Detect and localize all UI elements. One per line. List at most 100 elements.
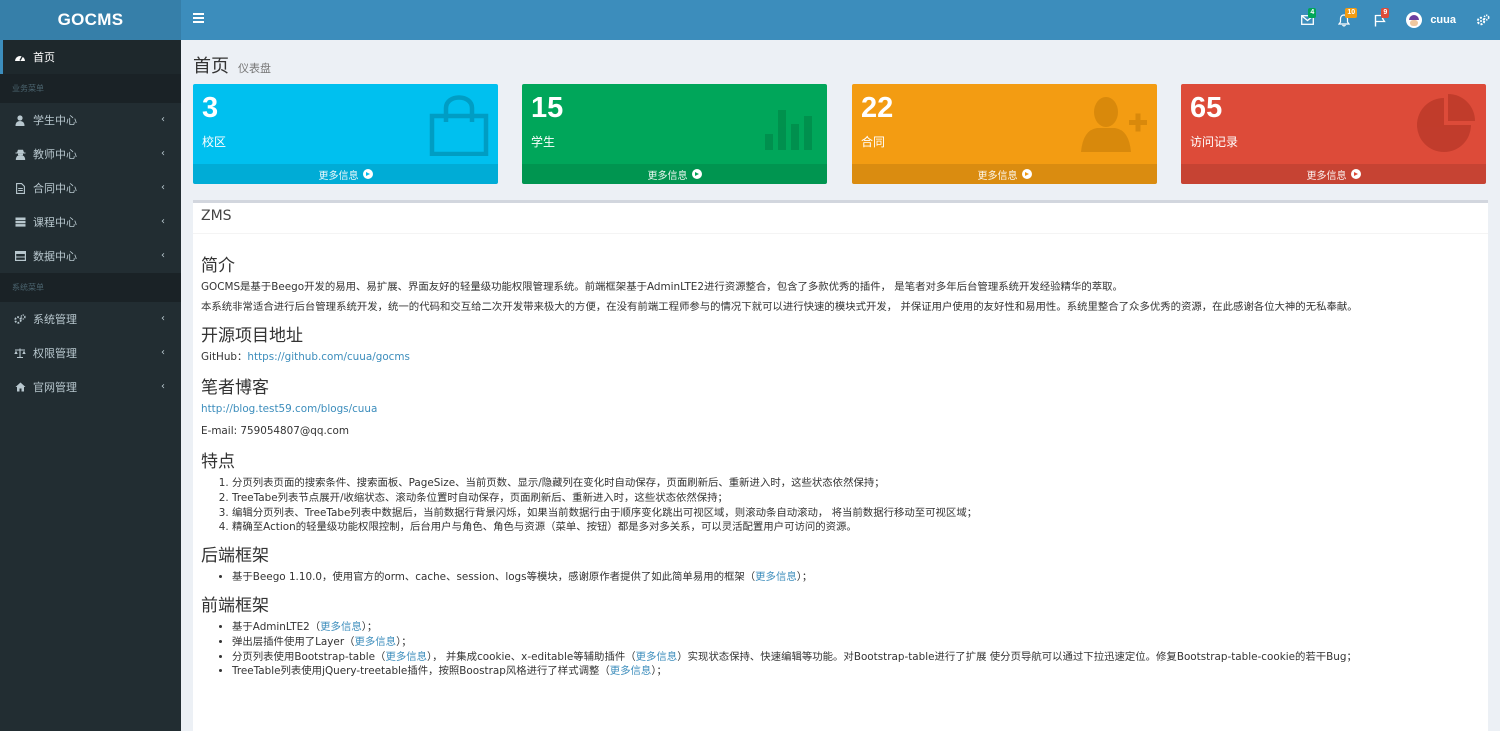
sidebar-item-label: 数据中心	[33, 250, 77, 263]
blog-line: http://blog.test59.com/blogs/cuua	[201, 402, 1480, 416]
sidebar-item-teacher-center[interactable]: 教师中心 ‹	[0, 137, 181, 171]
sidebar-item-label: 教师中心	[33, 148, 77, 161]
chevron-left-icon: ‹	[161, 216, 165, 227]
stat-box-campus: 3 校区 更多信息	[193, 84, 498, 184]
more-info-link[interactable]: 更多信息	[193, 164, 498, 184]
stat-box-contracts: 22 合同 更多信息	[852, 84, 1157, 184]
sidebar-item-label: 学生中心	[33, 114, 77, 127]
user-icon	[14, 114, 26, 126]
sidebar-toggle-icon[interactable]	[193, 13, 204, 23]
repo-line: GitHub：https://github.com/cuua/gocms	[201, 351, 410, 363]
sidebar-item-data-center[interactable]: 数据中心 ‹	[0, 239, 181, 273]
user-name: cuua	[1430, 14, 1456, 26]
more-info-link[interactable]: 更多信息	[755, 571, 797, 583]
page-title: 首页	[193, 56, 229, 77]
chevron-left-icon: ‹	[161, 114, 165, 125]
section-heading-blog: 笔者博客	[201, 378, 269, 398]
chevron-left-icon: ‹	[161, 347, 165, 358]
more-info-link[interactable]: 更多信息	[385, 651, 427, 663]
sidebar-item-label: 首页	[33, 51, 55, 64]
list-item: TreeTable列表使用jQuery-treetable插件，按照Boostr…	[232, 664, 1480, 679]
chevron-left-icon: ‹	[161, 250, 165, 261]
chevron-left-icon: ‹	[161, 381, 165, 392]
chevron-left-icon: ‹	[161, 313, 165, 324]
dashboard-icon	[14, 51, 26, 63]
user-plus-icon	[1081, 97, 1147, 152]
balance-icon	[14, 347, 26, 359]
section-heading-frontend: 前端框架	[201, 595, 269, 616]
sidebar-item-label: 课程中心	[33, 216, 77, 229]
shopping-bag-icon	[429, 95, 489, 156]
notifications-badge: 10	[1345, 8, 1358, 18]
sidebar-item-label: 合同中心	[33, 182, 77, 195]
sidebar: 首页 业务菜单 学生中心 ‹ 教师中心 ‹ 合同中心 ‹ 课程中心 ‹ 数据中心…	[0, 40, 181, 731]
more-info-link[interactable]: 更多信息	[1181, 164, 1486, 184]
sidebar-header-business: 业务菜单	[0, 74, 181, 103]
sidebar-item-system-management[interactable]: 系统管理 ‹	[0, 302, 181, 336]
user-menu[interactable]: cuua	[1398, 0, 1466, 40]
intro-paragraph-2: 本系统非常适合进行后台管理系统开发，统一的代码和交互给二次开发带来极大的方便，在…	[201, 301, 1358, 313]
sidebar-item-permission-management[interactable]: 权限管理 ‹	[0, 336, 181, 370]
more-info-link[interactable]: 更多信息	[320, 621, 362, 633]
pie-chart-icon	[1417, 94, 1475, 152]
stat-label: 学生	[531, 135, 556, 149]
more-info-link[interactable]: 更多信息	[522, 164, 827, 184]
more-info-link[interactable]: 更多信息	[355, 636, 397, 648]
stat-boxes: 3 校区 更多信息 15 学生 更多信息 22 合同 更多信息 65 访问记录 …	[193, 84, 1488, 184]
home-icon	[14, 381, 26, 393]
sidebar-item-website-management[interactable]: 官网管理 ‹	[0, 370, 181, 404]
list-item: 精确至Action的轻量级功能权限控制，后台用户与角色、角色与资源（菜单、按钮）…	[232, 520, 1480, 535]
avatar	[1406, 12, 1423, 28]
list-item: 分页列表使用Bootstrap-table（更多信息）， 并集成cookie、x…	[232, 650, 1480, 665]
file-icon	[14, 182, 26, 194]
app-logo[interactable]: GOCMS	[0, 0, 181, 40]
page-subtitle: 仪表盘	[238, 62, 271, 75]
messages-badge: 4	[1308, 8, 1317, 18]
sidebar-item-student-center[interactable]: 学生中心 ‹	[0, 103, 181, 137]
stat-label: 访问记录	[1190, 135, 1239, 149]
sidebar-item-home[interactable]: 首页	[0, 40, 181, 74]
sidebar-item-course-center[interactable]: 课程中心 ‹	[0, 205, 181, 239]
repo-link[interactable]: https://github.com/cuua/gocms	[247, 351, 410, 363]
stat-box-visits: 65 访问记录 更多信息	[1181, 84, 1486, 184]
blog-link[interactable]: http://blog.test59.com/blogs/cuua	[201, 403, 377, 415]
server-icon	[14, 216, 26, 228]
content-wrapper: 首页 仪表盘 3 校区 更多信息 15 学生 更多信息 22 合同 更多信息 6…	[181, 40, 1500, 731]
bar-chart-icon	[765, 110, 812, 150]
control-sidebar-toggle[interactable]	[1466, 0, 1500, 40]
stat-value: 65	[1190, 92, 1223, 124]
gears-icon	[1476, 14, 1490, 26]
tasks-menu[interactable]: 9	[1362, 0, 1398, 40]
stat-value: 3	[202, 92, 219, 124]
section-heading-backend: 后端框架	[201, 546, 269, 567]
chevron-left-icon: ‹	[161, 182, 165, 193]
notifications-menu[interactable]: 10	[1326, 0, 1362, 40]
list-item: 分页列表页面的搜索条件、搜索面板、PageSize、当前页数、显示/隐藏列在变化…	[232, 476, 1480, 491]
frontend-list: 基于AdminLTE2（更多信息）； 弹出层插件使用了Layer（更多信息）； …	[232, 620, 1480, 679]
arrow-circle-right-icon	[691, 169, 702, 179]
stat-value: 15	[531, 92, 564, 124]
gears-icon	[14, 313, 26, 325]
more-info-link[interactable]: 更多信息	[610, 665, 652, 677]
sidebar-item-label: 官网管理	[33, 381, 77, 394]
table-icon	[14, 250, 26, 262]
list-item: 弹出层插件使用了Layer（更多信息）；	[232, 635, 1480, 650]
sidebar-item-contract-center[interactable]: 合同中心 ‹	[0, 171, 181, 205]
sidebar-header-system: 系统菜单	[0, 273, 181, 302]
messages-menu[interactable]: 4	[1289, 0, 1326, 40]
user-secret-icon	[14, 148, 26, 160]
section-heading-intro: 简介	[201, 256, 235, 276]
list-item: 基于Beego 1.10.0，使用官方的orm、cache、session、lo…	[232, 570, 1480, 585]
more-info-link[interactable]: 更多信息	[636, 651, 678, 663]
section-heading-features: 特点	[201, 452, 235, 472]
list-item: 基于AdminLTE2（更多信息）；	[232, 620, 1480, 635]
list-item: TreeTabe列表节点展开/收缩状态、滚动条位置时自动保存，页面刷新后、重新进…	[232, 491, 1480, 506]
arrow-circle-right-icon	[1021, 169, 1032, 179]
section-heading-repo: 开源项目地址	[201, 326, 303, 346]
info-panel: ZMS 简介 GOCMS是基于Beego开发的易用、易扩展、界面友好的轻量级功能…	[193, 200, 1488, 731]
top-navbar: 4 10 9 cuua	[181, 0, 1500, 40]
tasks-badge: 9	[1381, 8, 1390, 18]
more-info-link[interactable]: 更多信息	[852, 164, 1157, 184]
arrow-circle-right-icon	[1350, 169, 1361, 179]
intro-paragraph-1: GOCMS是基于Beego开发的易用、易扩展、界面友好的轻量级功能权限管理系统。…	[201, 281, 1123, 293]
